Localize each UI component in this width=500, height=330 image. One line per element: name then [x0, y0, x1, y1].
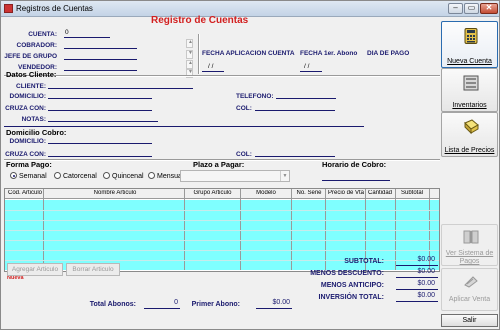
cobro-col-label: COL: — [236, 151, 252, 158]
agregar-articulo-button[interactable]: Agregar Articulo — [7, 263, 63, 276]
inversion-label: INVERSIÓN TOTAL: — [318, 294, 384, 301]
vendedor-field[interactable] — [64, 70, 137, 71]
cuenta-field[interactable] — [64, 37, 110, 38]
window-title: Registros de Cuentas — [16, 4, 93, 13]
radio-dot-selected — [10, 172, 17, 179]
primer-abono-value: $0.00 — [272, 299, 290, 306]
inventory-icon — [463, 75, 479, 91]
maximize-button[interactable]: ▭ — [464, 3, 479, 14]
telefono-label: TELEFONO: — [236, 93, 274, 100]
nueva-cuenta-label: Nueva Cuenta — [447, 58, 492, 65]
fecha-abono-value: / / — [304, 63, 310, 70]
domicilio-cobro-heading: Domicilio Cobro: — [6, 128, 67, 137]
fecha-abono-field[interactable] — [300, 71, 322, 72]
app-window: Registros de Cuentas ‒ ▭ ✕ Registro de C… — [0, 0, 500, 330]
chevron-down-icon: ▼ — [280, 171, 289, 181]
inventarios-button[interactable]: Inventarios — [441, 68, 498, 112]
anticipo-label: MENOS ANTICIPO: — [320, 282, 384, 289]
title-bar: Registros de Cuentas ‒ ▭ ✕ — [1, 1, 499, 17]
ver-sistema-pagos-button[interactable]: Ver Sistema de Pagos — [441, 224, 498, 266]
col-no-serie[interactable]: No. Serie — [292, 190, 326, 196]
telefono-field[interactable] — [276, 98, 336, 99]
plazo-heading: Plazo a Pagar: — [193, 160, 245, 169]
borrar-articulo-button[interactable]: Borrar Articulo — [66, 263, 120, 276]
radio-semanal[interactable]: Semanal — [10, 172, 47, 180]
horario-field[interactable] — [322, 180, 390, 181]
close-button[interactable]: ✕ — [480, 3, 498, 14]
col-label: COL: — [236, 105, 252, 112]
cobro-domicilio-label: DOMICILIO: — [9, 138, 46, 145]
page-title: Registro de Cuentas — [151, 15, 249, 26]
jefe-grupo-field[interactable] — [64, 59, 137, 60]
aplicar-venta-label: Aplicar Venta — [448, 296, 491, 303]
radio-mensual[interactable]: Mensual — [148, 172, 183, 180]
cliente-label: CLIENTE: — [16, 83, 46, 90]
salir-button[interactable]: Salir — [441, 314, 498, 327]
anticipo-value: $0.00 — [417, 280, 435, 287]
nueva-cuenta-button[interactable]: Nueva Cuenta — [441, 21, 498, 68]
grid-header: Cod. Articulo Nombre Articulo Grupo Arti… — [5, 189, 439, 199]
fecha-aplicacion-label: FECHA APLICACION CUENTA — [202, 50, 295, 57]
apply-sale-icon — [464, 276, 478, 288]
primer-abono-label: Primer Abono: — [191, 301, 240, 308]
total-abonos-value: 0 — [174, 299, 178, 306]
col-cod-articulo[interactable]: Cod. Articulo — [7, 190, 43, 196]
col-precio-vta[interactable]: Precio de Vta — [326, 190, 366, 196]
notas-field[interactable] — [48, 121, 158, 122]
cruza-con-field[interactable] — [48, 110, 152, 111]
jefe-scroll[interactable]: ▼ — [186, 50, 193, 59]
total-abonos-label: Total Abonos: — [89, 301, 136, 308]
cobro-domicilio-field[interactable] — [48, 143, 152, 144]
ver-sistema-label: Ver Sistema de Pagos — [445, 250, 494, 265]
cuenta-value: 0 — [65, 29, 69, 36]
dia-pago-label: DIA DE PAGO — [367, 50, 410, 57]
app-icon — [4, 4, 13, 13]
col-modelo[interactable]: Modelo — [241, 190, 291, 196]
calculator-icon — [464, 28, 478, 44]
cruza-con-label: CRUZA CON: — [5, 105, 46, 112]
subtotal-label: SUBTOTAL: — [344, 258, 384, 265]
fecha-aplicacion-field[interactable] — [202, 71, 224, 72]
col-nombre-articulo[interactable]: Nombre Articulo — [65, 190, 165, 196]
fecha-abono-label: FECHA 1er. Abono — [300, 50, 358, 57]
account-form: Registro de Cuentas CUENTA: 0 COBRADOR: … — [4, 15, 440, 330]
domicilio-label: DOMICILIO: — [9, 93, 46, 100]
descuento-value: $0.00 — [417, 268, 435, 275]
col-cantidad[interactable]: Cantidad — [366, 190, 394, 196]
price-list-icon — [464, 119, 479, 135]
minimize-button[interactable]: ‒ — [448, 3, 463, 14]
radio-quincenal[interactable]: Quincenal — [103, 172, 144, 180]
plazo-select[interactable]: ▼ — [180, 170, 290, 182]
payments-icon — [463, 230, 479, 244]
datos-cliente-heading: Datos Cliente: — [6, 70, 57, 79]
col-subtotal[interactable]: Subtotal — [397, 190, 427, 196]
lista-precios-label: Lista de Precios — [444, 147, 495, 154]
cobro-cruza-label: CRUZA CON: — [5, 151, 46, 158]
cobrador-field[interactable] — [64, 48, 137, 49]
forma-pago-heading: Forma Pago: — [6, 160, 52, 169]
lista-precios-button[interactable]: Lista de Precios — [441, 112, 498, 157]
vendedor-scroll-up[interactable]: ▲ — [186, 60, 193, 69]
cobro-col-field[interactable] — [255, 156, 335, 157]
jefe-grupo-label: JEFE DE GRUPO — [4, 53, 57, 60]
cliente-field[interactable] — [48, 88, 193, 89]
cobrador-scroll[interactable]: ▲ — [186, 39, 193, 48]
inventarios-label: Inventarios — [452, 102, 487, 109]
cobrador-label: COBRADOR: — [16, 42, 57, 49]
inversion-value: $0.00 — [417, 292, 435, 299]
notas-label: NOTAS: — [21, 116, 46, 123]
aplicar-venta-button[interactable]: Aplicar Venta — [441, 268, 498, 311]
cobro-cruza-field[interactable] — [48, 156, 152, 157]
horario-heading: Horario de Cobro: — [322, 160, 387, 169]
col-field[interactable] — [255, 110, 335, 111]
col-grupo-articulo[interactable]: Grupo Articulo — [185, 190, 240, 196]
cuenta-label: CUENTA: — [28, 31, 57, 38]
descuento-label: MENOS DESCUENTO: — [310, 270, 384, 277]
subtotal-value: $0.00 — [417, 256, 435, 263]
domicilio-field[interactable] — [48, 98, 152, 99]
fecha-aplicacion-value: / / — [208, 63, 214, 70]
sidebar: Nueva Cuenta Inventarios Lista de Precio… — [441, 18, 499, 330]
radio-catorcenal[interactable]: Catorcenal — [54, 172, 97, 180]
